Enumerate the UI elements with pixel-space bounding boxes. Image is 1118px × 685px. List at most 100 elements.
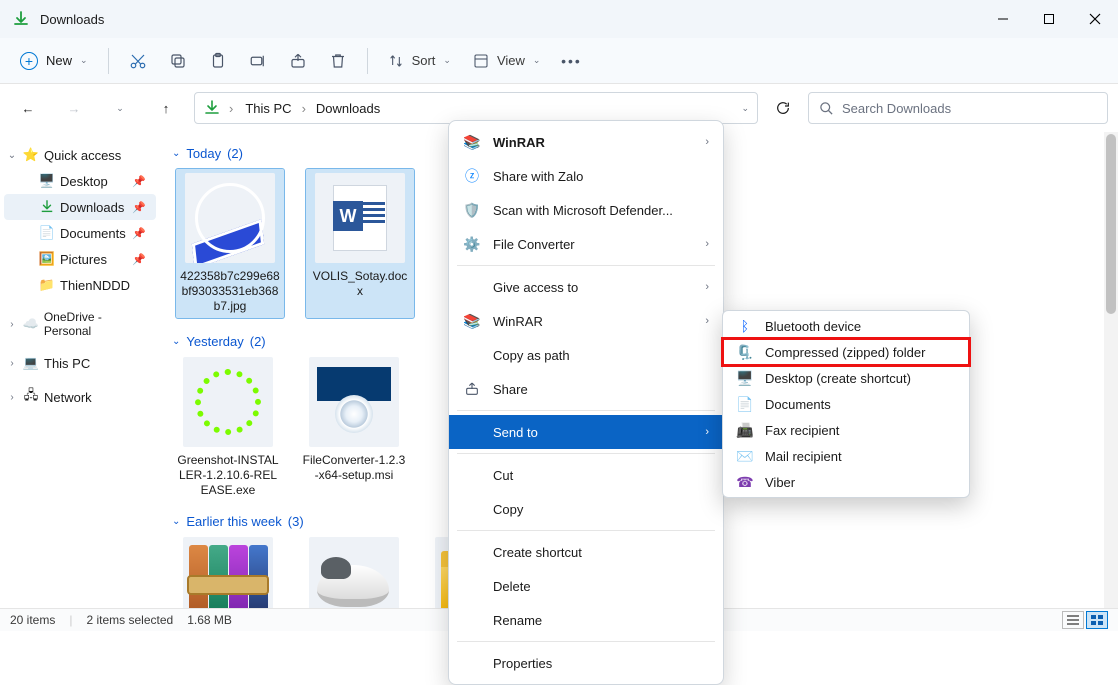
- pc-icon: 💻: [22, 354, 40, 372]
- icons-view-toggle[interactable]: [1086, 611, 1108, 629]
- star-icon: ⭐: [22, 146, 40, 164]
- viber-icon: ☎: [735, 473, 755, 491]
- chevron-down-icon: ⌄: [533, 55, 541, 66]
- sendto-desktop[interactable]: 🖥️Desktop (create shortcut): [723, 365, 969, 391]
- pin-icon: 📌: [132, 175, 152, 188]
- sendto-fax[interactable]: 📠Fax recipient: [723, 417, 969, 443]
- refresh-button[interactable]: [768, 93, 798, 123]
- titlebar: Downloads: [0, 0, 1118, 38]
- file-item[interactable]: [176, 537, 280, 608]
- sidebar-thispc[interactable]: ›💻This PC: [4, 350, 156, 376]
- vertical-scrollbar[interactable]: [1104, 132, 1118, 608]
- breadcrumb-downloads[interactable]: Downloads: [312, 99, 384, 118]
- sendto-mail[interactable]: ✉️Mail recipient: [723, 443, 969, 469]
- paste-button[interactable]: [199, 42, 237, 80]
- ctx-delete[interactable]: Delete: [449, 569, 723, 603]
- ctx-copypath[interactable]: Copy as path: [449, 338, 723, 372]
- chevron-right-icon: ›: [705, 426, 709, 438]
- file-item[interactable]: 422358b7c299e68bf93033531eb368b7.jpg: [176, 169, 284, 318]
- search-input[interactable]: Search Downloads: [808, 92, 1108, 124]
- chevron-right-icon: ›: [705, 136, 709, 148]
- sendto-submenu: ᛒBluetooth device 🗜️Compressed (zipped) …: [722, 310, 970, 498]
- breadcrumb-thispc[interactable]: This PC: [241, 99, 295, 118]
- sidebar-pictures[interactable]: 🖼️Pictures📌: [4, 246, 156, 272]
- pin-icon: 📌: [132, 201, 152, 214]
- ctx-winrar[interactable]: 📚WinRAR›: [449, 125, 723, 159]
- new-button[interactable]: + New ⌄: [10, 46, 98, 76]
- share-button[interactable]: [279, 42, 317, 80]
- chevron-down-icon: ⌄: [443, 55, 451, 66]
- documents-icon: 📄: [735, 395, 755, 413]
- fax-icon: 📠: [735, 421, 755, 439]
- file-item[interactable]: Greenshot-INSTALLER-1.2.10.6-RELEASE.exe: [176, 357, 280, 498]
- sendto-compressed[interactable]: 🗜️Compressed (zipped) folder: [723, 339, 969, 365]
- ctx-zalo[interactable]: ⓩShare with Zalo: [449, 159, 723, 193]
- plus-icon: +: [20, 52, 38, 70]
- ctx-cut[interactable]: Cut: [449, 458, 723, 492]
- ctx-giveaccess[interactable]: Give access to›: [449, 270, 723, 304]
- ctx-share[interactable]: Share: [449, 372, 723, 406]
- scrollbar-thumb[interactable]: [1106, 134, 1116, 314]
- image-thumbnail: [185, 173, 275, 263]
- msi-thumbnail: [309, 357, 399, 447]
- file-item[interactable]: W VOLIS_Sotay.docx: [306, 169, 414, 318]
- minimize-button[interactable]: [980, 0, 1026, 38]
- chevron-right-icon: ›: [302, 101, 306, 116]
- close-button[interactable]: [1072, 0, 1118, 38]
- sidebar-network[interactable]: ›🖧Network: [4, 384, 156, 410]
- pin-icon: 📌: [132, 227, 152, 240]
- rename-button[interactable]: [239, 42, 277, 80]
- back-button[interactable]: ←: [10, 90, 46, 126]
- file-item[interactable]: FileConverter-1.2.3-x64-setup.msi: [302, 357, 406, 498]
- sidebar-onedrive[interactable]: ›☁️OneDrive - Personal: [4, 306, 156, 342]
- file-item[interactable]: [302, 537, 406, 608]
- downloads-icon: [203, 99, 221, 117]
- rar-thumbnail: [183, 537, 273, 608]
- sendto-bluetooth[interactable]: ᛒBluetooth device: [723, 313, 969, 339]
- ctx-properties[interactable]: Properties: [449, 646, 723, 680]
- copy-button[interactable]: [159, 42, 197, 80]
- sort-button[interactable]: Sort ⌄: [378, 47, 461, 75]
- sidebar-downloads[interactable]: Downloads📌: [4, 194, 156, 220]
- view-button[interactable]: View ⌄: [463, 47, 551, 75]
- chevron-down-icon: ⌄: [172, 516, 180, 527]
- toolbar: + New ⌄ Sort ⌄ View ⌄ •••: [0, 38, 1118, 84]
- sendto-viber[interactable]: ☎Viber: [723, 469, 969, 495]
- ctx-winrar2[interactable]: 📚WinRAR›: [449, 304, 723, 338]
- ctx-rename[interactable]: Rename: [449, 603, 723, 637]
- up-button[interactable]: ↑: [148, 90, 184, 126]
- forward-button[interactable]: →: [56, 90, 92, 126]
- winrar-icon: 📚: [461, 310, 483, 332]
- search-icon: [819, 101, 834, 116]
- sidebar-thiennddd[interactable]: 📁ThienNDDD: [4, 272, 156, 298]
- shield-icon: 🛡️: [461, 199, 483, 221]
- chevron-right-icon: ›: [6, 358, 18, 369]
- ctx-defender[interactable]: 🛡️Scan with Microsoft Defender...: [449, 193, 723, 227]
- delete-button[interactable]: [319, 42, 357, 80]
- folder-icon: 📁: [38, 276, 56, 294]
- file-label: FileConverter-1.2.3-x64-setup.msi: [302, 453, 406, 483]
- more-button[interactable]: •••: [552, 42, 590, 80]
- ctx-fileconverter[interactable]: ⚙️File Converter›: [449, 227, 723, 261]
- sendto-documents[interactable]: 📄Documents: [723, 391, 969, 417]
- cloud-icon: ☁️: [22, 315, 40, 333]
- network-icon: 🖧: [22, 388, 40, 406]
- recent-button[interactable]: ⌄: [102, 90, 138, 126]
- cut-button[interactable]: [119, 42, 157, 80]
- sidebar-desktop[interactable]: 🖥️Desktop📌: [4, 168, 156, 194]
- sort-icon: [388, 53, 404, 69]
- chevron-down-icon: ⌄: [172, 148, 180, 159]
- chevron-down-icon[interactable]: ⌄: [741, 103, 749, 114]
- ctx-copy[interactable]: Copy: [449, 492, 723, 526]
- ctx-sendto[interactable]: Send to›: [449, 415, 723, 449]
- docx-thumbnail: W: [315, 173, 405, 263]
- context-menu: 📚WinRAR› ⓩShare with Zalo 🛡️Scan with Mi…: [448, 120, 724, 685]
- image-thumbnail: [309, 537, 399, 608]
- sidebar-documents[interactable]: 📄Documents📌: [4, 220, 156, 246]
- details-view-toggle[interactable]: [1062, 611, 1084, 629]
- share-icon: [461, 378, 483, 400]
- maximize-button[interactable]: [1026, 0, 1072, 38]
- sidebar-quick-access[interactable]: ⌄ ⭐ Quick access: [4, 142, 156, 168]
- file-label: 422358b7c299e68bf93033531eb368b7.jpg: [180, 269, 280, 314]
- ctx-shortcut[interactable]: Create shortcut: [449, 535, 723, 569]
